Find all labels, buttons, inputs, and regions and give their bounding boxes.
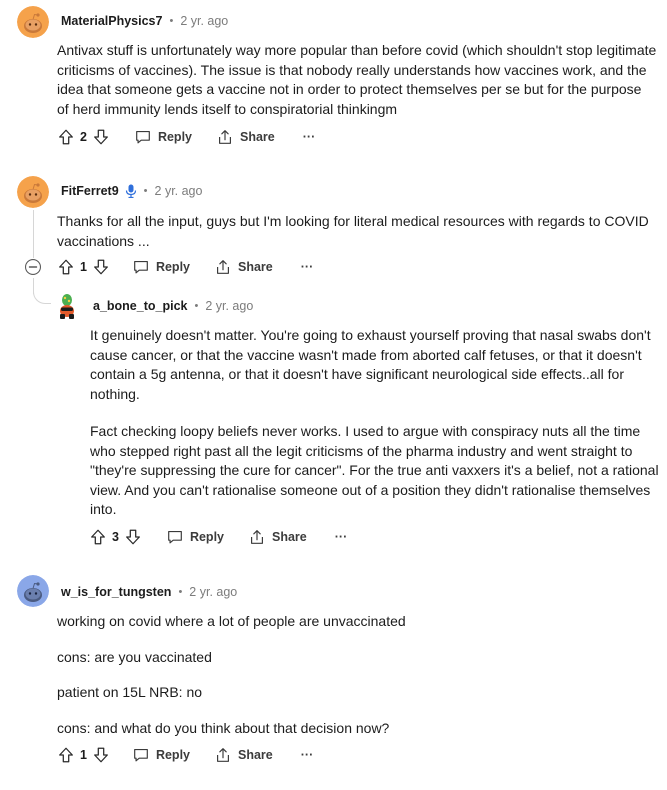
downvote-button[interactable] xyxy=(92,258,110,276)
speech-bubble-icon xyxy=(134,128,152,146)
username[interactable]: FitFerret9 xyxy=(61,184,119,198)
comment-paragraph: working on covid where a lot of people a… xyxy=(57,613,406,629)
vote-count: 2 xyxy=(80,130,87,144)
comment-paragraph: patient on 15L NRB: no xyxy=(57,684,203,700)
share-label: Share xyxy=(238,260,273,274)
comment-paragraph: cons: and what do you think about that d… xyxy=(57,719,390,736)
comment-actions: 1 Reply Share ··· xyxy=(57,743,313,767)
share-label: Share xyxy=(272,530,307,544)
microphone-icon xyxy=(125,184,137,198)
separator-dot: • xyxy=(194,300,199,312)
snoo-avatar-icon xyxy=(17,176,49,208)
upvote-button[interactable] xyxy=(89,528,107,546)
snoo-avatar-icon xyxy=(17,6,49,38)
avatar[interactable] xyxy=(17,176,49,208)
more-options-button[interactable]: ··· xyxy=(301,260,314,274)
upvote-arrow-icon xyxy=(89,528,107,546)
username[interactable]: a_bone_to_pick xyxy=(93,299,187,313)
comment-actions: 1 Reply Share ··· xyxy=(57,255,313,279)
downvote-button[interactable] xyxy=(124,528,142,546)
collapse-thread-button[interactable] xyxy=(24,258,42,276)
share-arrow-icon xyxy=(214,746,232,764)
speech-bubble-icon xyxy=(132,746,150,764)
comment-meta: FitFerret9 • 2 yr. ago xyxy=(61,181,202,201)
reply-button[interactable]: Reply xyxy=(166,528,224,546)
upvote-button[interactable] xyxy=(57,128,75,146)
comment-actions: 3 Reply Share ··· xyxy=(89,525,347,549)
share-button[interactable]: Share xyxy=(248,528,307,546)
downvote-arrow-icon xyxy=(92,746,110,764)
separator-dot: • xyxy=(143,185,148,197)
comment-body: Antivax stuff is unfortunately way more … xyxy=(57,41,657,119)
timestamp[interactable]: 2 yr. ago xyxy=(155,184,203,198)
thread-line xyxy=(33,210,34,258)
reply-label: Reply xyxy=(155,260,190,274)
avatar[interactable] xyxy=(51,290,83,322)
comment-meta: w_is_for_tungsten • 2 yr. ago xyxy=(61,582,237,602)
comment-paragraph: It genuinely doesn't matter. You're goin… xyxy=(90,327,651,402)
thread-connector xyxy=(33,290,51,304)
downvote-arrow-icon xyxy=(92,258,110,276)
username[interactable]: MaterialPhysics7 xyxy=(61,14,162,28)
timestamp[interactable]: 2 yr. ago xyxy=(189,585,237,599)
comment-paragraph: Antivax stuff is unfortunately way more … xyxy=(57,42,657,117)
minus-circle-icon xyxy=(24,258,42,276)
share-label: Share xyxy=(240,130,275,144)
vote-count: 1 xyxy=(80,748,87,762)
avatar[interactable] xyxy=(17,575,49,607)
comment-meta: a_bone_to_pick • 2 yr. ago xyxy=(93,296,253,316)
more-options-button[interactable]: ··· xyxy=(301,748,314,762)
username[interactable]: w_is_for_tungsten xyxy=(61,585,171,599)
reply-label: Reply xyxy=(189,530,224,544)
share-button[interactable]: Share xyxy=(214,746,273,764)
share-button[interactable]: Share xyxy=(216,128,275,146)
downvote-arrow-icon xyxy=(92,128,110,146)
reply-button[interactable]: Reply xyxy=(132,746,190,764)
downvote-button[interactable] xyxy=(92,128,110,146)
reply-button[interactable]: Reply xyxy=(134,128,192,146)
separator-dot: • xyxy=(178,586,183,598)
share-arrow-icon xyxy=(214,258,232,276)
upvote-arrow-icon xyxy=(57,128,75,146)
reply-button[interactable]: Reply xyxy=(132,258,190,276)
comment-actions: 2 Reply Share ··· xyxy=(57,125,315,149)
avatar[interactable] xyxy=(17,6,49,38)
upvote-button[interactable] xyxy=(57,746,75,764)
snoo-avatar-icon xyxy=(17,575,49,607)
speech-bubble-icon xyxy=(132,258,150,276)
comment-paragraph: Thanks for all the input, guys but I'm l… xyxy=(57,213,649,249)
vote-count: 1 xyxy=(80,260,87,274)
downvote-arrow-icon xyxy=(124,528,142,546)
comment-paragraph: Fact checking loopy beliefs never works.… xyxy=(90,423,659,517)
timestamp[interactable]: 2 yr. ago xyxy=(205,299,253,313)
share-arrow-icon xyxy=(216,128,234,146)
timestamp[interactable]: 2 yr. ago xyxy=(180,14,228,28)
upvote-arrow-icon xyxy=(57,258,75,276)
separator-dot: • xyxy=(169,15,174,27)
downvote-button[interactable] xyxy=(92,746,110,764)
more-options-button[interactable]: ··· xyxy=(335,530,348,544)
comment-meta: MaterialPhysics7 • 2 yr. ago xyxy=(61,11,228,31)
vote-count: 3 xyxy=(112,530,119,544)
comment-body: It genuinely doesn't matter. You're goin… xyxy=(90,326,660,520)
share-label: Share xyxy=(238,748,273,762)
share-arrow-icon xyxy=(248,528,266,546)
share-button[interactable]: Share xyxy=(214,258,273,276)
reply-label: Reply xyxy=(157,130,192,144)
comment-body: working on covid where a lot of people a… xyxy=(57,612,657,738)
comment-body: Thanks for all the input, guys but I'm l… xyxy=(57,212,657,251)
more-options-button[interactable]: ··· xyxy=(303,130,316,144)
speech-bubble-icon xyxy=(166,528,184,546)
comment-paragraph: cons: are you vaccinated xyxy=(57,648,212,665)
reply-label: Reply xyxy=(155,748,190,762)
upvote-arrow-icon xyxy=(57,746,75,764)
snoo-avatar-icon xyxy=(51,290,83,322)
upvote-button[interactable] xyxy=(57,258,75,276)
